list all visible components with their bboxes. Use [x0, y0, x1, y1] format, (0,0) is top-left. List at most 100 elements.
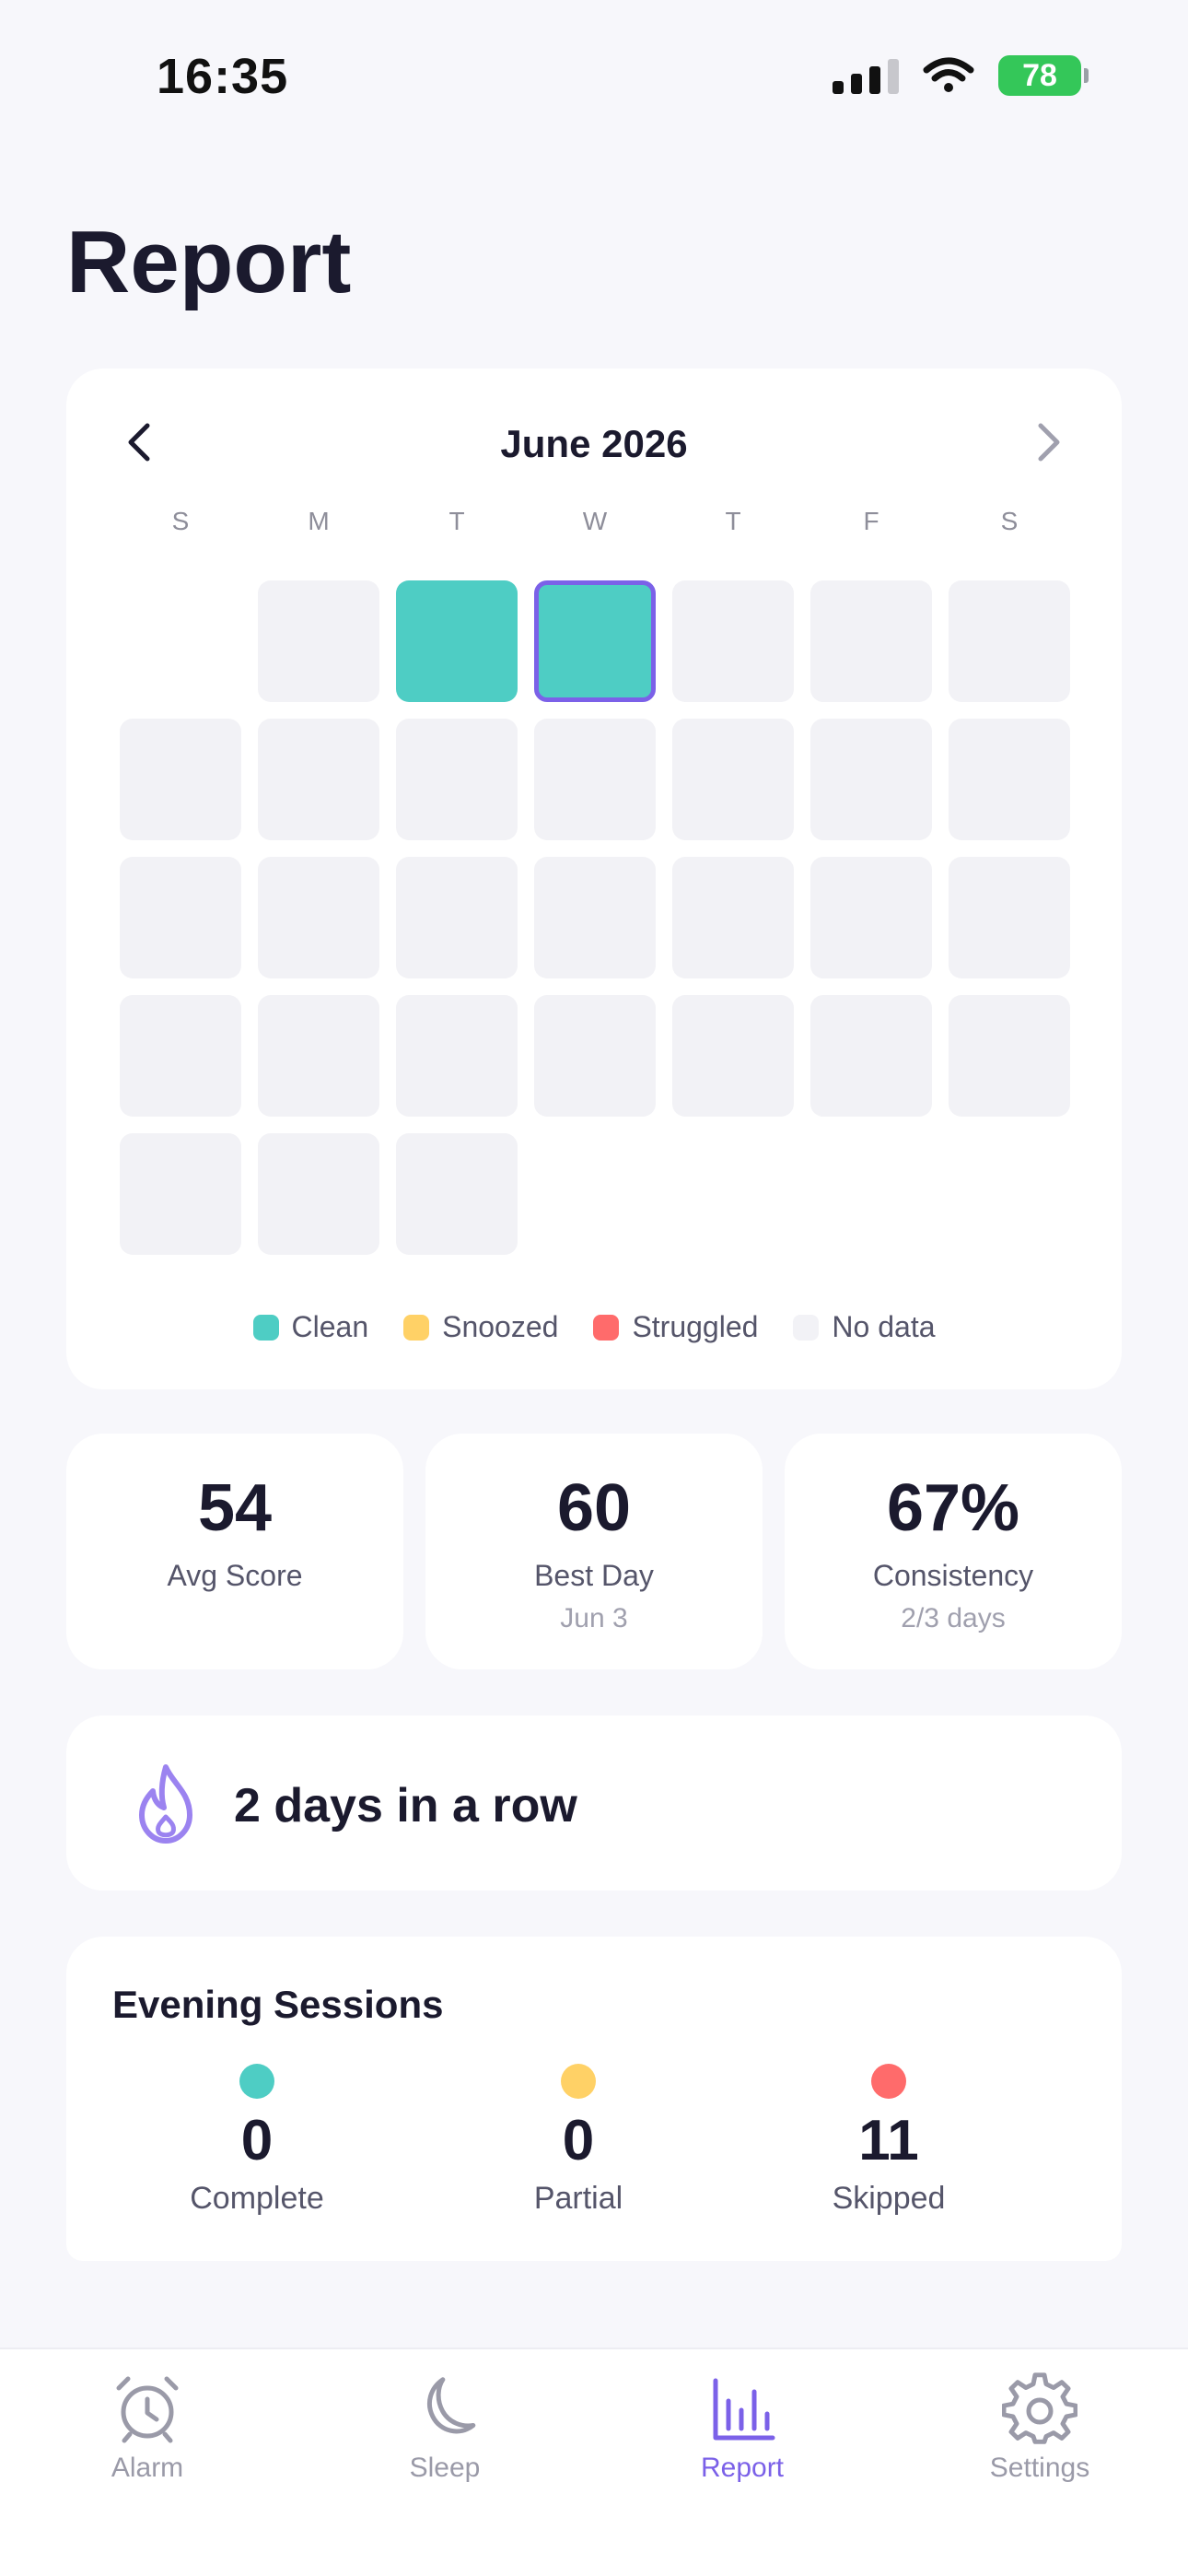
wifi-icon — [923, 57, 974, 92]
status-dot — [871, 2064, 906, 2099]
calendar-day[interactable] — [258, 857, 379, 978]
calendar-day[interactable] — [810, 580, 932, 702]
calendar-day[interactable] — [949, 857, 1070, 978]
calendar-day-selected[interactable] — [534, 580, 656, 702]
calendar-day[interactable] — [672, 719, 794, 840]
tab-report[interactable]: Report — [641, 2371, 844, 2484]
weekday-label: T — [725, 507, 741, 535]
stat-subtext: 2/3 days — [901, 1603, 1006, 1633]
legend-item-no-data: No data — [793, 1310, 936, 1344]
calendar-day[interactable] — [258, 580, 379, 702]
calendar-day[interactable] — [258, 719, 379, 840]
weekday-label: S — [171, 507, 190, 535]
session-partial: 0 Partial — [440, 2064, 716, 2217]
stat-label: Avg Score — [167, 1559, 303, 1592]
calendar-day[interactable] — [120, 857, 241, 978]
calendar-card: June 2026 S M T W T F S Clean Snoozed St… — [66, 369, 1122, 1389]
evening-sessions-card: Evening Sessions 0 Complete 0 Partial 11… — [66, 1937, 1122, 2261]
tab-settings[interactable]: Settings — [938, 2371, 1141, 2484]
battery-level: 78 — [1022, 57, 1057, 93]
tab-alarm[interactable]: Alarm — [46, 2371, 249, 2484]
tab-sleep[interactable]: Sleep — [344, 2371, 546, 2484]
session-label: Partial — [533, 2181, 623, 2217]
calendar-day[interactable] — [396, 857, 518, 978]
stat-value: 60 — [556, 1471, 632, 1545]
tab-label: Sleep — [409, 2453, 481, 2483]
weekday-label: W — [582, 507, 608, 535]
calendar-day[interactable] — [396, 719, 518, 840]
stat-value: 67% — [886, 1471, 1020, 1545]
calendar-day[interactable] — [810, 719, 932, 840]
calendar-day[interactable] — [949, 995, 1070, 1117]
streak-text: 2 days in a row — [234, 1779, 577, 1832]
stat-label: Best Day — [534, 1559, 654, 1592]
session-count: 11 — [858, 2109, 919, 2172]
calendar-day[interactable] — [949, 580, 1070, 702]
calendar-day[interactable] — [534, 995, 656, 1117]
stat-card-best-day: 60 Best Day Jun 3 — [425, 1434, 763, 1669]
legend-item-snoozed: Snoozed — [403, 1310, 558, 1344]
battery-icon: 78 — [998, 55, 1089, 96]
legend-swatch — [403, 1314, 430, 1341]
calendar-grid — [120, 580, 1070, 1255]
calendar-day[interactable] — [120, 719, 241, 840]
calendar-day[interactable] — [396, 580, 518, 702]
stat-label: Consistency — [872, 1559, 1034, 1592]
calendar-day[interactable] — [949, 719, 1070, 840]
tab-bar: Alarm Sleep Report Settings — [0, 2348, 1188, 2576]
flame-icon — [139, 1764, 192, 1844]
status-time: 16:35 — [157, 49, 289, 104]
calendar-day[interactable] — [258, 995, 379, 1117]
session-count: 0 — [240, 2109, 274, 2172]
legend-item-struggled: Struggled — [593, 1310, 758, 1344]
legend-item-clean: Clean — [252, 1310, 369, 1344]
calendar-day[interactable] — [534, 857, 656, 978]
session-count: 0 — [562, 2109, 595, 2172]
status-dot — [561, 2064, 596, 2099]
session-skipped: 11 Skipped — [751, 2064, 1027, 2217]
legend-swatch — [252, 1314, 279, 1341]
status-dot — [239, 2064, 274, 2099]
session-complete: 0 Complete — [119, 2064, 395, 2217]
calendar-legend: Clean Snoozed Struggled No data — [66, 1310, 1122, 1344]
calendar-day[interactable] — [672, 995, 794, 1117]
calendar-day[interactable] — [396, 995, 518, 1117]
calendar-day[interactable] — [258, 1133, 379, 1255]
stat-card-avg-score: 54 Avg Score — [66, 1434, 403, 1669]
gear-icon — [1002, 2372, 1077, 2444]
calendar-day[interactable] — [534, 719, 656, 840]
status-icons: 78 — [833, 55, 1089, 96]
weekday-label: T — [448, 507, 465, 535]
stat-subtext: Jun 3 — [560, 1603, 628, 1633]
calendar-day[interactable] — [672, 857, 794, 978]
legend-label: Clean — [291, 1310, 369, 1343]
calendar-day[interactable] — [120, 1133, 241, 1255]
cellular-signal-icon — [833, 57, 899, 94]
weekday-label: M — [308, 507, 330, 535]
month-title: June 2026 — [500, 422, 688, 465]
session-label: Skipped — [832, 2181, 946, 2217]
calendar-day[interactable] — [810, 857, 932, 978]
weekday-header: S M T W T F S — [120, 507, 1070, 536]
calendar-day[interactable] — [810, 995, 932, 1117]
status-bar: 16:35 78 — [0, 0, 1188, 147]
calendar-header: June 2026 — [66, 405, 1122, 479]
calendar-day[interactable] — [120, 995, 241, 1117]
tab-label: Report — [700, 2453, 785, 2483]
calendar-day[interactable] — [396, 1133, 518, 1255]
tab-label: Alarm — [111, 2453, 184, 2483]
legend-swatch — [593, 1314, 620, 1341]
chevron-right-icon — [1038, 423, 1060, 462]
calendar-empty-cell — [120, 580, 241, 702]
streak-card: 2 days in a row — [66, 1715, 1122, 1891]
legend-label: No data — [832, 1310, 936, 1343]
legend-label: Struggled — [632, 1310, 759, 1343]
alarm-clock-icon — [116, 2376, 179, 2443]
bar-chart-icon — [713, 2378, 775, 2441]
page-title: Report — [66, 213, 352, 311]
moon-icon — [427, 2377, 476, 2434]
sessions-title: Evening Sessions — [112, 1983, 444, 2026]
calendar-day[interactable] — [672, 580, 794, 702]
next-month-button[interactable] — [1011, 405, 1085, 479]
session-label: Complete — [190, 2181, 324, 2217]
